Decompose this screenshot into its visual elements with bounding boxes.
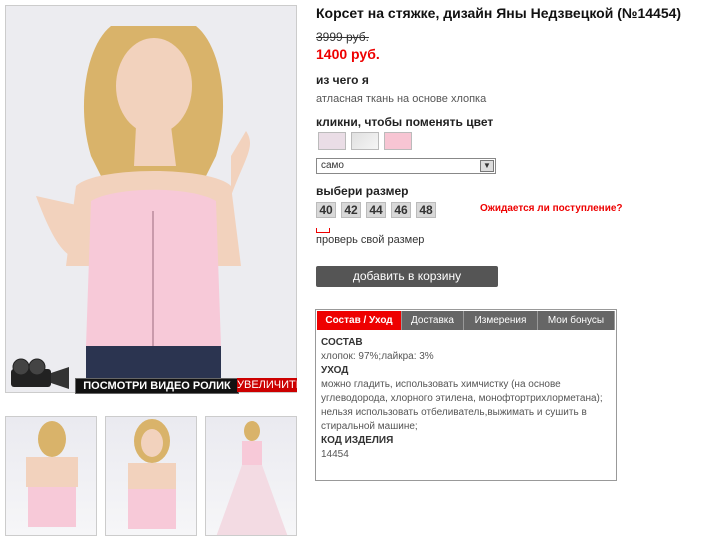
size-option-46[interactable]: 46 [391,202,411,218]
old-price: 3999 руб. [316,30,369,44]
product-title: Корсет на стяжке, дизайн Яны Недзвецкой … [316,5,682,21]
size-option-44[interactable]: 44 [366,202,386,218]
tab-content: СОСТАВ хлопок: 97%;лайкра: 3% УХОД можно… [321,336,611,462]
size-option-48[interactable]: 48 [416,202,436,218]
thumbnail-3[interactable] [205,416,297,536]
add-to-cart-button[interactable]: добавить в корзину [316,266,498,287]
code-heading: КОД ИЗДЕЛИЯ [321,435,394,446]
thumbnail-2[interactable] [105,416,197,536]
video-link[interactable]: ПОСМОТРИ ВИДЕО РОЛИК [75,378,239,394]
ruler-icon [316,228,330,233]
color-select-value: само [321,160,344,171]
material-label: из чего я [316,73,369,87]
color-swatch-1[interactable] [318,132,346,150]
video-camera-icon[interactable] [9,357,75,391]
product-tabs: Состав / Уход Доставка Измерения Мои бон… [315,309,617,481]
tab-measurements[interactable]: Измерения [464,311,538,330]
size-label: выбери размер [316,184,409,198]
size-option-40[interactable]: 40 [316,202,336,218]
new-price: 1400 руб. [316,46,380,62]
color-select[interactable]: само ▼ [316,158,496,174]
composition-heading: СОСТАВ [321,337,363,348]
tab-bonuses[interactable]: Мои бонусы [538,311,615,330]
expected-arrival-link[interactable]: Ожидается ли поступление? [480,203,623,214]
composition-text: хлопок: 97%;лайкра: 3% [321,351,434,362]
color-swatch-3[interactable] [384,132,412,150]
color-swatch-2[interactable] [351,132,379,150]
care-heading: УХОД [321,365,349,376]
color-label: кликни, чтобы поменять цвет [316,115,494,129]
chevron-down-icon[interactable]: ▼ [480,160,494,172]
video-bar: ПОСМОТРИ ВИДЕО РОЛИК УВЕЛИЧИТЬ [5,358,303,394]
zoom-button[interactable]: УВЕЛИЧИТЬ [237,378,303,392]
material-value: атласная ткань на основе хлопка [316,93,487,105]
size-option-42[interactable]: 42 [341,202,361,218]
care-text: можно гладить, использовать химчистку (н… [321,379,603,432]
check-size-link[interactable]: проверь свой размер [316,234,424,246]
tab-composition[interactable]: Состав / Уход [317,311,402,330]
code-text: 14454 [321,449,349,460]
thumbnail-1[interactable] [5,416,97,536]
tab-delivery[interactable]: Доставка [402,311,464,330]
main-product-photo[interactable] [5,5,297,393]
